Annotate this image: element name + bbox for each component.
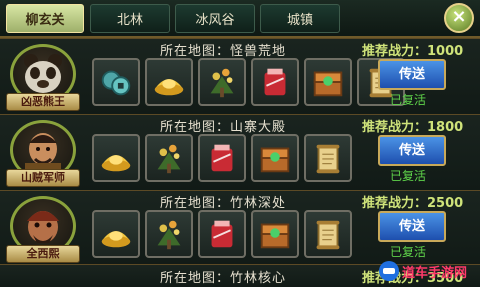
watermark-text: 道车手游网 [402, 265, 468, 281]
status-label: 已复活 [390, 169, 427, 183]
reward-list [92, 210, 352, 258]
flowers-icon [157, 220, 181, 250]
reward-item[interactable] [251, 134, 299, 182]
treasure-chest-icon [260, 147, 290, 173]
treasure-chest-icon [313, 71, 343, 97]
tab-liuxuanguan[interactable]: 柳玄关 [6, 4, 84, 33]
map-label: 所在地图：竹林核心 [160, 271, 287, 286]
teleport-button[interactable]: 传送 [378, 59, 446, 90]
map-label: 所在地图：竹林深处 [160, 196, 287, 211]
watermark: 道车手游网 [378, 258, 478, 284]
map-label: 所在地图：山寨大殿 [160, 120, 287, 135]
scroll-icon [316, 220, 340, 250]
reward-list [92, 58, 405, 106]
recommended-power: 推荐战力：1000 [362, 44, 464, 59]
reward-item[interactable] [145, 210, 193, 258]
jade-coins-icon [101, 70, 131, 96]
red-bag-icon [264, 68, 286, 96]
reward-item[interactable] [198, 134, 246, 182]
reward-item[interactable] [92, 58, 140, 106]
status-label: 已复活 [390, 93, 427, 107]
reward-item[interactable] [198, 58, 246, 106]
reward-item[interactable] [304, 210, 352, 258]
boss-row: 全西熙 所在地图：竹林深处 推荐战力：2500 传送 已复活 [0, 190, 480, 268]
recommended-power: 推荐战力：1800 [362, 120, 464, 135]
gold-ingot-icon [101, 231, 131, 248]
reward-item[interactable] [145, 134, 193, 182]
reward-list [92, 134, 352, 182]
close-icon[interactable]: × [444, 3, 474, 33]
red-bag-icon [211, 220, 233, 248]
boss-name: 山贼军师 [6, 169, 80, 187]
gold-ingot-icon [101, 155, 131, 172]
map-label: 所在地图：怪兽荒地 [160, 44, 287, 59]
tab-beilin[interactable]: 北林 [90, 4, 170, 33]
boss-row: 凶恶熊王 所在地图：怪兽荒地 推荐战力：1000 传送 已复活 [0, 38, 480, 116]
boss-row: 山贼军师 所在地图：山寨大殿 推荐战力：1800 传送 已复活 [0, 114, 480, 192]
gold-ingot-icon [154, 79, 184, 96]
reward-item[interactable] [251, 58, 299, 106]
treasure-chest-icon [260, 223, 290, 249]
reward-item[interactable] [304, 134, 352, 182]
reward-item[interactable] [251, 210, 299, 258]
boss-name: 全西熙 [6, 245, 80, 263]
teleport-button[interactable]: 传送 [378, 135, 446, 166]
reward-item[interactable] [145, 58, 193, 106]
scroll-icon [316, 144, 340, 174]
reward-item[interactable] [92, 210, 140, 258]
recommended-power: 推荐战力：2500 [362, 196, 464, 211]
flowers-icon [157, 144, 181, 174]
reward-item[interactable] [304, 58, 352, 106]
flowers-icon [210, 68, 234, 98]
boss-name: 凶恶熊王 [6, 93, 80, 111]
watermark-logo-icon [379, 261, 399, 281]
teleport-button[interactable]: 传送 [378, 211, 446, 242]
reward-item[interactable] [198, 210, 246, 258]
tab-chengzhen[interactable]: 城镇 [260, 4, 340, 33]
tab-bar: 柳玄关 北林 冰风谷 城镇 × [0, 0, 480, 38]
red-bag-icon [211, 144, 233, 172]
tab-bingfenggu[interactable]: 冰风谷 [175, 4, 255, 33]
reward-item[interactable] [92, 134, 140, 182]
